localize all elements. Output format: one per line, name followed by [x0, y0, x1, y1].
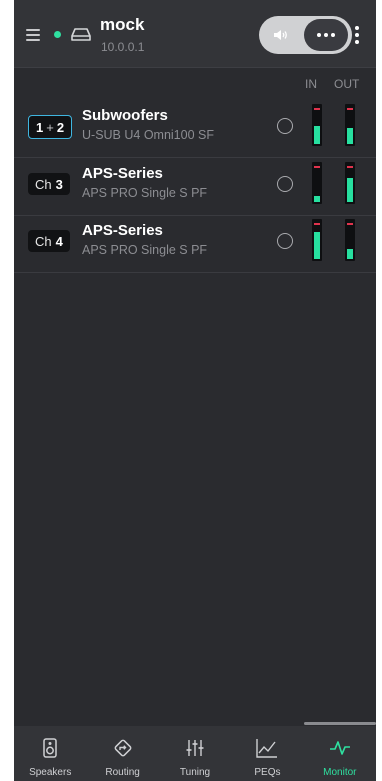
badge-prefix: Ch — [35, 233, 52, 249]
channel-row[interactable]: 1 + 2 Subwoofers U-SUB U4 Omni100 SF — [14, 100, 376, 158]
channel-badge: 1 + 2 — [28, 115, 73, 139]
badge-channel-b: 2 — [56, 119, 65, 135]
output-level-meter — [345, 162, 355, 204]
tab-label: PEQs — [254, 767, 281, 778]
kebab-menu-icon[interactable] — [354, 26, 360, 44]
peak-indicator — [347, 166, 353, 168]
tab-label: Monitor — [323, 767, 357, 778]
level-fill — [347, 178, 353, 202]
channel-subtitle: APS PRO Single S PF — [82, 186, 208, 200]
channel-select-radio[interactable] — [277, 118, 293, 134]
channel-select-radio[interactable] — [277, 233, 293, 249]
channel-title: Subwoofers — [82, 107, 168, 124]
tab-label: Routing — [105, 767, 140, 778]
monitor-pulse-icon — [329, 741, 350, 755]
channel-badge: Ch 4 — [28, 230, 70, 252]
app-screen: mock 10.0.0.1 IN OUT 1 + 2 Subwoofers U-… — [14, 0, 376, 781]
output-level-meter — [345, 219, 355, 261]
level-fill — [314, 196, 320, 202]
tuning-sliders-icon — [186, 740, 204, 756]
badge-channel-number: 4 — [55, 233, 63, 249]
column-header-out: OUT — [334, 77, 360, 91]
channel-select-radio[interactable] — [277, 176, 293, 192]
channel-row[interactable]: Ch 3 APS-Series APS PRO Single S PF — [14, 158, 376, 216]
routing-icon — [114, 739, 132, 757]
tab-tuning[interactable]: Tuning — [159, 726, 231, 781]
output-level-meter — [345, 104, 355, 146]
header-bar: mock 10.0.0.1 — [14, 0, 376, 68]
speaker-volume-icon — [274, 30, 287, 40]
column-header-in: IN — [305, 77, 317, 91]
scroll-indicator[interactable] — [304, 722, 376, 725]
bottom-tab-bar: Speakers Routing Tuning PEQs Monitor — [14, 726, 376, 781]
channel-title: APS-Series — [82, 222, 163, 239]
input-level-meter — [312, 162, 322, 204]
tab-speakers[interactable]: Speakers — [14, 726, 86, 781]
tab-label: Speakers — [29, 767, 72, 778]
channel-row[interactable]: Ch 4 APS-Series APS PRO Single S PF — [14, 215, 376, 273]
badge-channel-a: 1 — [36, 119, 44, 135]
more-options-button[interactable] — [304, 19, 348, 51]
badge-prefix: Ch — [35, 176, 52, 192]
level-fill — [347, 128, 353, 144]
tab-label: Tuning — [179, 767, 211, 778]
connection-status-dot — [54, 31, 61, 38]
peak-indicator — [314, 166, 320, 168]
tab-routing[interactable]: Routing — [86, 726, 158, 781]
device-icon — [71, 28, 91, 41]
badge-link-separator: + — [46, 119, 54, 135]
tab-monitor[interactable]: Monitor — [304, 726, 376, 781]
level-fill — [314, 232, 320, 259]
peq-graph-icon — [256, 739, 278, 758]
input-level-meter — [312, 219, 322, 261]
input-level-meter — [312, 104, 322, 146]
channel-title: APS-Series — [82, 165, 163, 182]
level-fill — [314, 126, 320, 144]
channel-subtitle: APS PRO Single S PF — [82, 243, 208, 257]
channel-subtitle: U-SUB U4 Omni100 SF — [82, 128, 214, 142]
hamburger-menu-icon[interactable] — [26, 29, 40, 41]
header-action-pill — [259, 16, 352, 54]
speaker-icon — [43, 738, 57, 758]
badge-channel-number: 3 — [55, 176, 63, 192]
identify-sound-button[interactable] — [259, 16, 303, 54]
peak-indicator — [347, 108, 353, 110]
peak-indicator — [314, 223, 320, 225]
device-ip: 10.0.0.1 — [101, 40, 145, 54]
level-fill — [347, 249, 353, 259]
peak-indicator — [347, 223, 353, 225]
device-name: mock — [100, 15, 145, 34]
peak-indicator — [314, 108, 320, 110]
tab-peqs[interactable]: PEQs — [231, 726, 303, 781]
ellipsis-icon — [317, 33, 335, 37]
channel-badge: Ch 3 — [28, 173, 70, 195]
